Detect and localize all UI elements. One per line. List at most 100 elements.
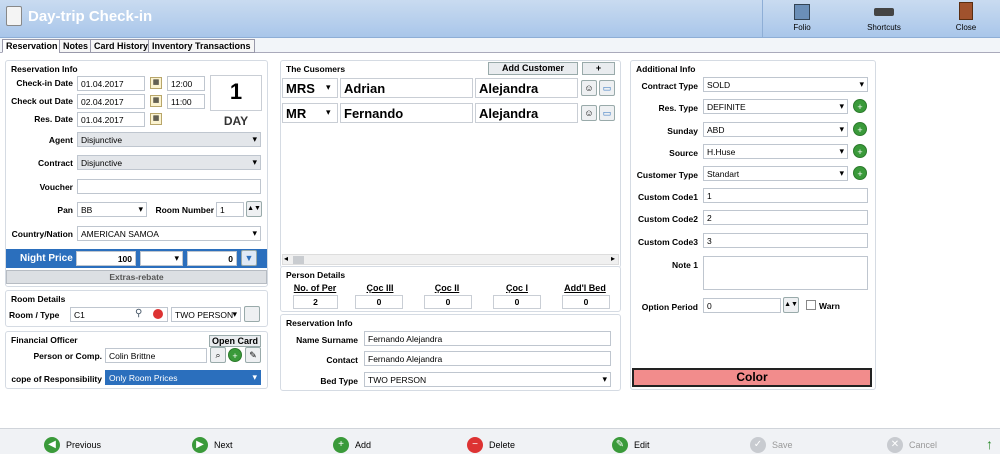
room-number-input[interactable]: 1	[216, 202, 244, 217]
name-surname-label: Name Surname	[296, 335, 358, 345]
night-price-currency-select[interactable]	[140, 251, 183, 266]
customer-card-icon[interactable]: ▭	[599, 105, 615, 121]
edit-button[interactable]: Edit	[634, 440, 650, 450]
res-date-calendar-icon[interactable]: ▦	[150, 113, 162, 125]
room-number-label: Room Number	[155, 205, 214, 215]
up-arrow-icon[interactable]: ↑	[986, 436, 993, 452]
contract-select[interactable]: Disjunctive	[77, 155, 261, 170]
customer-type-select[interactable]: Standart	[703, 166, 848, 181]
checkout-calendar-icon[interactable]: ▦	[150, 95, 162, 107]
scroll-left-icon[interactable]: ◂	[284, 254, 288, 263]
extras-rebate-button[interactable]: Extras-rebate	[6, 270, 267, 284]
customer-profile-icon[interactable]: ☺	[581, 105, 597, 121]
pan-select[interactable]: BB	[77, 202, 147, 217]
shortcuts-button[interactable]: Shortcuts	[854, 2, 914, 36]
delete-icon[interactable]: −	[467, 437, 483, 453]
checkout-label: Check out Date	[11, 96, 73, 106]
source-select[interactable]: H.Huse	[703, 144, 848, 159]
tab-notes[interactable]: Notes	[59, 39, 93, 53]
customer-profile-icon[interactable]: ☺	[581, 80, 597, 96]
folio-button[interactable]: Folio	[772, 2, 832, 36]
person-add-icon[interactable]: +	[228, 348, 242, 362]
night-price-label: Night Price	[20, 253, 73, 264]
checkin-calendar-icon[interactable]: ▦	[150, 77, 162, 89]
clear-icon[interactable]	[153, 309, 163, 319]
checkout-date-input[interactable]: 02.04.2017	[77, 94, 145, 109]
customer-type-add-icon[interactable]: +	[853, 166, 867, 180]
scrollbar-thumb[interactable]	[293, 256, 304, 264]
contract-type-select[interactable]: SOLD	[703, 77, 868, 92]
tab-reservation[interactable]: Reservation	[2, 39, 62, 53]
custom-code3-input[interactable]: 3	[703, 233, 868, 248]
checkin-time-input[interactable]: 12:00	[167, 76, 205, 91]
option-period-input[interactable]: 0	[703, 298, 781, 313]
close-button[interactable]: Close	[936, 2, 996, 36]
add-row-button[interactable]: +	[582, 62, 615, 75]
add-button[interactable]: Add	[355, 440, 371, 450]
next-icon[interactable]: ▶	[192, 437, 208, 453]
option-period-label: Option Period	[641, 302, 698, 312]
room-type-extra-button[interactable]	[244, 306, 260, 322]
custom-code1-input[interactable]: 1	[703, 188, 868, 203]
checkin-date-input[interactable]: 01.04.2017	[77, 76, 145, 91]
child1-input[interactable]: 0	[493, 295, 541, 309]
contract-label: Contract	[38, 158, 73, 168]
note1-textarea[interactable]	[703, 256, 868, 290]
person-search-icon[interactable]: ⌕	[210, 347, 226, 363]
voucher-input[interactable]	[77, 179, 261, 194]
sunday-add-icon[interactable]: +	[853, 122, 867, 136]
contact-input[interactable]: Fernando Alejandra	[364, 351, 611, 366]
customer-first-name[interactable]: Adrian	[340, 78, 473, 98]
scope-select[interactable]: Only Room Prices	[105, 370, 261, 385]
customer-card-icon[interactable]: ▭	[599, 80, 615, 96]
previous-button[interactable]: Previous	[66, 440, 101, 450]
customer-last-name[interactable]: Alejandra	[475, 103, 578, 123]
res-date-label: Res. Date	[34, 114, 73, 124]
color-button[interactable]: Color	[632, 368, 872, 387]
voucher-label: Voucher	[39, 182, 73, 192]
checkout-time-input[interactable]: 11:00	[167, 94, 205, 109]
add-customer-button[interactable]: Add Customer	[488, 62, 578, 75]
tab-card-history[interactable]: Card History	[90, 39, 153, 53]
add-icon[interactable]: +	[333, 437, 349, 453]
person-input[interactable]: Colin Brittne	[105, 348, 207, 363]
child3-input[interactable]: 0	[355, 295, 403, 309]
res-date-input[interactable]: 01.04.2017	[77, 112, 145, 127]
room-number-stepper[interactable]: ▲▼	[246, 201, 262, 217]
res-type-add-icon[interactable]: +	[853, 99, 867, 113]
night-price-input[interactable]: 100	[76, 251, 136, 266]
agent-select[interactable]: Disjunctive	[77, 132, 261, 147]
room-type-select[interactable]: TWO PERSON	[171, 307, 241, 322]
search-icon[interactable]: ⚲	[135, 308, 142, 319]
country-label: Country/Nation	[11, 229, 73, 239]
res-type-select[interactable]: DEFINITE	[703, 99, 848, 114]
customers-horizontal-scrollbar[interactable]	[282, 254, 619, 265]
persons-count-input[interactable]: 2	[293, 295, 338, 309]
reservation-contact-title: Reservation Info	[286, 318, 353, 328]
option-period-stepper[interactable]: ▲▼	[783, 297, 799, 313]
filter-icon[interactable]: ▼	[241, 250, 257, 266]
sunday-select[interactable]: ABD	[703, 122, 848, 137]
scroll-right-icon[interactable]: ▸	[611, 254, 615, 263]
previous-icon[interactable]: ◀	[44, 437, 60, 453]
customer-first-name[interactable]: Fernando	[340, 103, 473, 123]
warn-checkbox[interactable]	[806, 300, 816, 310]
name-surname-input[interactable]: Fernando Alejandra	[364, 331, 611, 346]
edit-icon[interactable]: ✎	[612, 437, 628, 453]
custom-code3-label: Custom Code3	[638, 237, 698, 247]
next-button[interactable]: Next	[214, 440, 233, 450]
res-type-label: Res. Type	[658, 103, 698, 113]
source-add-icon[interactable]: +	[853, 144, 867, 158]
child2-input[interactable]: 0	[424, 295, 472, 309]
person-edit-icon[interactable]: ✎	[245, 347, 261, 363]
room-type-label: Room / Type	[9, 310, 60, 320]
bed-type-select[interactable]: TWO PERSON	[364, 372, 611, 387]
open-card-button[interactable]: Open Card	[209, 335, 261, 347]
additional-bed-input[interactable]: 0	[562, 295, 610, 309]
delete-button[interactable]: Delete	[489, 440, 515, 450]
night-price-second-input[interactable]: 0	[187, 251, 237, 266]
custom-code2-input[interactable]: 2	[703, 210, 868, 225]
country-select[interactable]: AMERICAN SAMOA	[77, 226, 261, 241]
customer-last-name[interactable]: Alejandra	[475, 78, 578, 98]
tab-inventory-transactions[interactable]: Inventory Transactions	[148, 39, 255, 53]
